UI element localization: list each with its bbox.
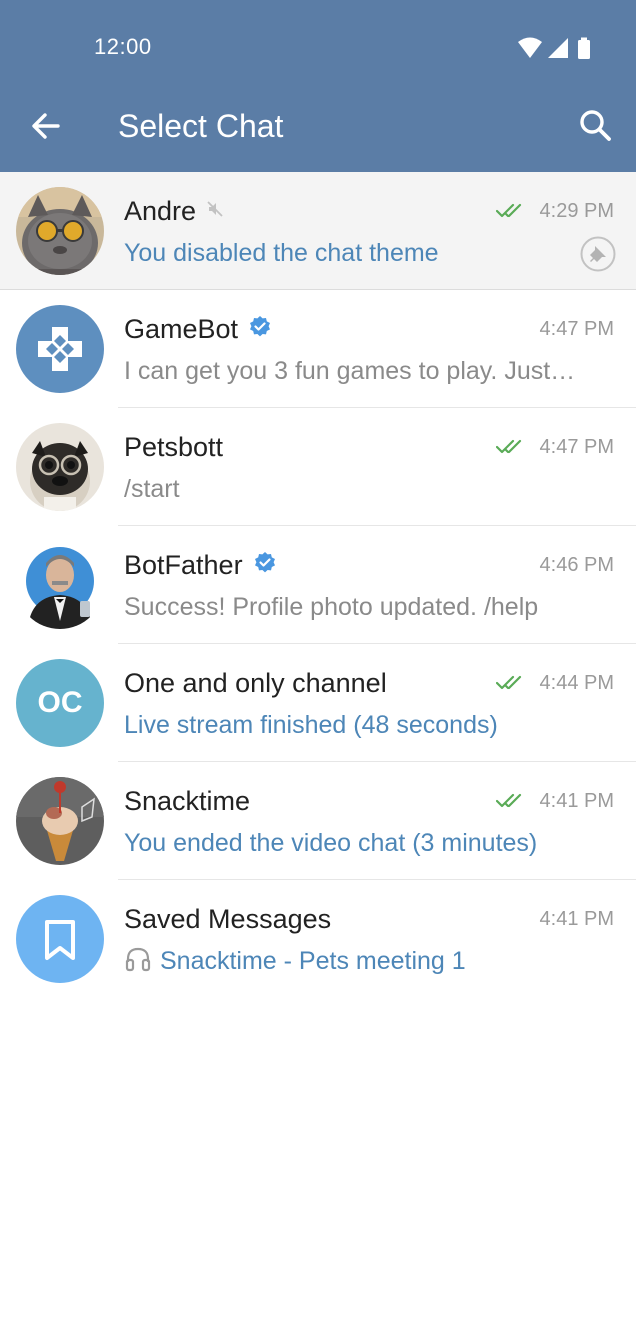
- chat-title-line: Petsbott: [124, 430, 223, 464]
- chat-row-one-and-only-channel[interactable]: OC One and only channel 4:44 PM Live str…: [0, 644, 636, 762]
- chat-preview: I can get you 3 fun games to play. Just…: [124, 357, 576, 385]
- chat-title-line: One and only channel: [124, 666, 387, 700]
- chat-preview: You ended the video chat (3 minutes): [124, 829, 538, 857]
- verified-badge-icon: [248, 315, 272, 344]
- chat-name: One and only channel: [124, 667, 387, 698]
- arrow-left-icon: [32, 113, 60, 139]
- wifi-icon: [518, 37, 542, 58]
- avatar: OC: [16, 659, 104, 747]
- double-check-icon: [495, 439, 521, 454]
- status-time: 12:00: [94, 34, 152, 59]
- search-icon: [580, 110, 611, 141]
- chat-preview: You disabled the chat theme: [124, 239, 439, 267]
- avatar: [16, 895, 104, 983]
- chat-list: Andre 4:29 PM You disabled the chat them…: [0, 172, 636, 998]
- cellular-signal-icon: [548, 38, 568, 58]
- chat-title-line: GameBot: [124, 312, 272, 346]
- headphones-icon: [124, 945, 152, 982]
- search-button[interactable]: [576, 106, 616, 146]
- bookmark-icon: [45, 920, 75, 960]
- chat-preview: /start: [124, 475, 180, 503]
- chat-meta: 4:41 PM: [540, 904, 614, 934]
- muted-icon: [206, 200, 224, 223]
- chat-title-line: Andre: [124, 194, 224, 228]
- chat-time: 4:41 PM: [539, 907, 614, 930]
- app-bar: 12:00 Select Chat: [0, 0, 636, 172]
- chat-time: 4:47 PM: [539, 317, 614, 340]
- verified-badge-icon: [253, 551, 277, 580]
- chat-preview: Live stream finished (48 seconds): [124, 711, 498, 739]
- chat-time: 4:44 PM: [539, 671, 614, 694]
- chat-row-snacktime[interactable]: Snacktime 4:41 PM You ended the video ch…: [0, 762, 636, 880]
- status-icons: [516, 36, 596, 62]
- avatar: [16, 423, 104, 511]
- chat-row-saved-messages[interactable]: Saved Messages 4:41 PM Snacktime - Pets …: [0, 880, 636, 998]
- double-check-icon: [495, 202, 525, 218]
- back-button[interactable]: [26, 106, 66, 146]
- pin-icon: [580, 236, 616, 272]
- chat-preview-text: Snacktime - Pets meeting 1: [160, 947, 466, 975]
- chat-meta: 4:44 PM: [495, 668, 614, 698]
- gamepad-icon: [16, 305, 104, 393]
- chat-meta: 4:29 PM: [495, 196, 614, 226]
- ice-cream-avatar-image: [16, 777, 104, 865]
- chat-meta: 4:46 PM: [540, 550, 614, 580]
- avatar: [16, 777, 104, 865]
- avatar: [16, 305, 104, 393]
- avatar-initials: OC: [37, 686, 83, 719]
- double-check-icon: [495, 675, 521, 690]
- chat-row-gamebot[interactable]: GameBot 4:47 PM I can get you 3 fun game…: [0, 290, 636, 408]
- chat-meta: 4:47 PM: [495, 432, 614, 462]
- avatar: [16, 187, 104, 275]
- chat-preview: Success! Profile photo updated. /help: [124, 593, 539, 621]
- chat-time: 4:46 PM: [539, 553, 614, 576]
- chat-time: 4:29 PM: [539, 199, 614, 222]
- chat-meta: 4:47 PM: [540, 314, 614, 344]
- chat-name: BotFather: [124, 549, 243, 580]
- chat-name: Saved Messages: [124, 903, 332, 934]
- chat-title-line: BotFather: [124, 548, 277, 582]
- chat-title-line: Saved Messages: [124, 902, 331, 936]
- chat-time: 4:47 PM: [539, 435, 614, 458]
- battery-icon: [578, 37, 590, 59]
- chat-row-botfather[interactable]: BotFather 4:46 PM Success! Profile photo…: [0, 526, 636, 644]
- double-check-icon: [495, 793, 521, 808]
- chat-row-petsbott[interactable]: Petsbott 4:47 PM /start: [0, 408, 636, 526]
- chat-meta: 4:41 PM: [495, 786, 614, 816]
- chat-name: Snacktime: [124, 785, 251, 816]
- pug-avatar-image: [16, 423, 104, 511]
- avatar: [16, 541, 104, 629]
- chat-name: Andre: [124, 195, 197, 226]
- cat-avatar-image: [16, 187, 104, 275]
- botfather-avatar-image: [16, 541, 104, 629]
- chat-time: 4:41 PM: [539, 789, 614, 812]
- chat-name: Petsbott: [124, 431, 224, 462]
- chat-preview: Snacktime - Pets meeting 1: [124, 944, 594, 982]
- chat-title-line: Snacktime: [124, 784, 250, 818]
- chat-row-andre[interactable]: Andre 4:29 PM You disabled the chat them…: [0, 172, 636, 290]
- chat-name: GameBot: [124, 313, 239, 344]
- page-title: Select Chat: [118, 108, 284, 144]
